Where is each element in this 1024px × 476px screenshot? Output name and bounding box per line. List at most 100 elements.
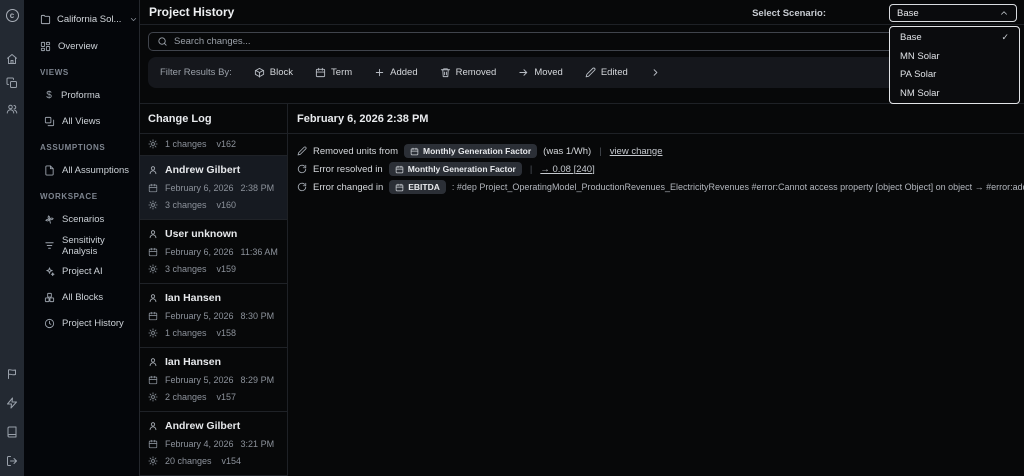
section-label: ASSUMPTIONS bbox=[40, 143, 106, 152]
logout-icon[interactable] bbox=[6, 452, 18, 470]
filter-label: Filter Results By: bbox=[160, 67, 232, 78]
gear-icon bbox=[148, 200, 158, 210]
entry-time: 2:38 PM bbox=[240, 183, 275, 193]
sidebar-section-assumptions: ASSUMPTIONS All Assumptions bbox=[40, 143, 139, 178]
person-icon bbox=[148, 421, 158, 431]
scenario-option-nm-solar[interactable]: NM Solar bbox=[890, 84, 1019, 103]
section-label: WORKSPACE bbox=[40, 192, 98, 201]
entry-author: Ian Hansen bbox=[165, 356, 222, 368]
app-window: c California Sol... Overview VIEWS $ Pro… bbox=[0, 0, 1024, 476]
section-label: VIEWS bbox=[40, 68, 69, 77]
scenario-option-mn-solar[interactable]: MN Solar bbox=[890, 47, 1019, 66]
funnel-icon bbox=[44, 240, 55, 251]
version-badge: v160 bbox=[216, 200, 237, 210]
person-icon bbox=[148, 165, 158, 175]
search-input[interactable] bbox=[174, 36, 1007, 47]
sidebar-item-overview[interactable]: Overview bbox=[40, 39, 139, 54]
flag-icon[interactable] bbox=[6, 365, 18, 383]
calendar-icon bbox=[148, 439, 158, 449]
change-log-entry[interactable]: Ian Hansen February 5, 2026 8:30 PM 1 ch… bbox=[140, 284, 287, 348]
calendar-icon bbox=[148, 311, 158, 321]
blocks-icon bbox=[44, 292, 55, 303]
project-selector[interactable]: California Sol... bbox=[40, 10, 139, 28]
version-badge: v159 bbox=[216, 264, 237, 274]
zap-icon[interactable] bbox=[6, 394, 18, 412]
entry-time: 8:29 PM bbox=[240, 375, 275, 385]
version-badge: v157 bbox=[216, 392, 237, 402]
app-logo-icon[interactable]: c bbox=[5, 9, 19, 22]
entry-author: Ian Hansen bbox=[165, 292, 222, 304]
calendar-icon bbox=[410, 147, 419, 156]
sidebar-item-sensitivity-analysis[interactable]: Sensitivity Analysis bbox=[44, 235, 139, 257]
fan-icon bbox=[44, 214, 55, 225]
filter-scroll-next-button[interactable] bbox=[650, 67, 661, 78]
change-log-entry[interactable]: 1 changes v162 bbox=[140, 134, 287, 156]
check-icon: ✓ bbox=[1001, 31, 1009, 42]
filter-button-term[interactable]: Term bbox=[315, 67, 352, 78]
chevron-up-icon bbox=[999, 8, 1009, 18]
gear-icon bbox=[148, 139, 158, 149]
scenario-select[interactable]: Base bbox=[889, 4, 1017, 22]
entry-time: 3:21 PM bbox=[240, 439, 275, 449]
change-detail-row: Removed units from Monthly Generation Fa… bbox=[288, 142, 1024, 160]
entry-date: February 6, 2026 bbox=[165, 247, 234, 257]
value-change-link[interactable]: → 0.08 [240] bbox=[540, 164, 594, 175]
sidebar-item-project-history[interactable]: Project History bbox=[44, 316, 139, 331]
filter-button-block[interactable]: Block bbox=[254, 67, 293, 78]
filter-button-moved[interactable]: Moved bbox=[518, 67, 563, 78]
change-action: Error resolved in bbox=[313, 163, 383, 175]
change-log-entry[interactable]: Ian Hansen February 5, 2026 8:29 PM 2 ch… bbox=[140, 348, 287, 412]
scenario-option-pa-solar[interactable]: PA Solar bbox=[890, 66, 1019, 85]
views-icon bbox=[44, 116, 55, 127]
refresh-icon bbox=[297, 182, 307, 192]
view-change-link[interactable]: view change bbox=[610, 146, 663, 157]
sidebar-section-views: VIEWS $ Proforma All Views bbox=[40, 68, 139, 129]
change-log-panel: Change Log 1 changes v162 Andrew Gilbert bbox=[140, 104, 288, 476]
icon-rail: c bbox=[0, 0, 24, 476]
filter-button-removed[interactable]: Removed bbox=[440, 67, 496, 78]
calendar-icon bbox=[395, 165, 404, 174]
scenario-select-value: Base bbox=[897, 7, 919, 19]
filter-button-edited[interactable]: Edited bbox=[585, 67, 628, 78]
search-bar[interactable] bbox=[148, 32, 1016, 51]
users-icon[interactable] bbox=[6, 100, 18, 118]
trash-icon bbox=[440, 67, 451, 78]
sidebar-item-proforma[interactable]: $ Proforma bbox=[44, 88, 139, 103]
docs-icon[interactable] bbox=[6, 423, 18, 441]
entry-date: February 5, 2026 bbox=[165, 311, 234, 321]
home-icon[interactable] bbox=[6, 50, 18, 68]
scenario-option-base[interactable]: Base ✓ bbox=[890, 28, 1019, 47]
entry-time: 11:36 AM bbox=[240, 247, 278, 257]
change-suffix: (was 1/Wh) bbox=[543, 145, 592, 157]
change-action: Removed units from bbox=[313, 145, 399, 157]
sidebar-item-project-ai[interactable]: Project AI bbox=[44, 264, 139, 279]
sidebar-item-all-assumptions[interactable]: All Assumptions bbox=[44, 163, 139, 178]
scenario-dropdown-menu: Base ✓ MN Solar PA Solar NM Solar bbox=[889, 26, 1020, 104]
block-chip[interactable]: Monthly Generation Factor bbox=[388, 162, 522, 176]
sidebar-item-scenarios[interactable]: Scenarios bbox=[44, 212, 139, 227]
projects-icon[interactable] bbox=[6, 74, 18, 92]
entry-time: 8:30 PM bbox=[240, 311, 275, 321]
change-detail-row: Error changed in EBITDA : #dep Project_O… bbox=[288, 178, 1024, 196]
scenario-label: Select Scenario: bbox=[752, 8, 826, 19]
pencil-icon bbox=[297, 146, 307, 156]
file-icon bbox=[44, 165, 55, 176]
filter-button-added[interactable]: Added bbox=[374, 67, 418, 78]
block-chip[interactable]: Monthly Generation Factor bbox=[404, 144, 538, 158]
change-log-title: Change Log bbox=[140, 104, 287, 134]
entry-author: Andrew Gilbert bbox=[165, 164, 241, 176]
change-log-entry[interactable]: Andrew Gilbert February 4, 2026 3:21 PM … bbox=[140, 412, 287, 476]
change-log-entry-selected[interactable]: Andrew Gilbert February 6, 2026 2:38 PM … bbox=[140, 156, 287, 220]
entry-author: Andrew Gilbert bbox=[165, 420, 241, 432]
entry-date: February 6, 2026 bbox=[165, 183, 234, 193]
chevron-down-icon bbox=[129, 15, 138, 24]
filter-bar: Filter Results By: Block Term Added Remo… bbox=[148, 57, 1016, 88]
person-icon bbox=[148, 357, 158, 367]
version-badge: v154 bbox=[221, 456, 242, 466]
sidebar-item-all-blocks[interactable]: All Blocks bbox=[44, 290, 139, 305]
sidebar-item-all-views[interactable]: All Views bbox=[44, 114, 139, 129]
block-chip[interactable]: EBITDA bbox=[389, 180, 446, 194]
calendar-icon bbox=[148, 375, 158, 385]
person-icon bbox=[148, 293, 158, 303]
change-log-entry[interactable]: User unknown February 6, 2026 11:36 AM 3… bbox=[140, 220, 287, 284]
